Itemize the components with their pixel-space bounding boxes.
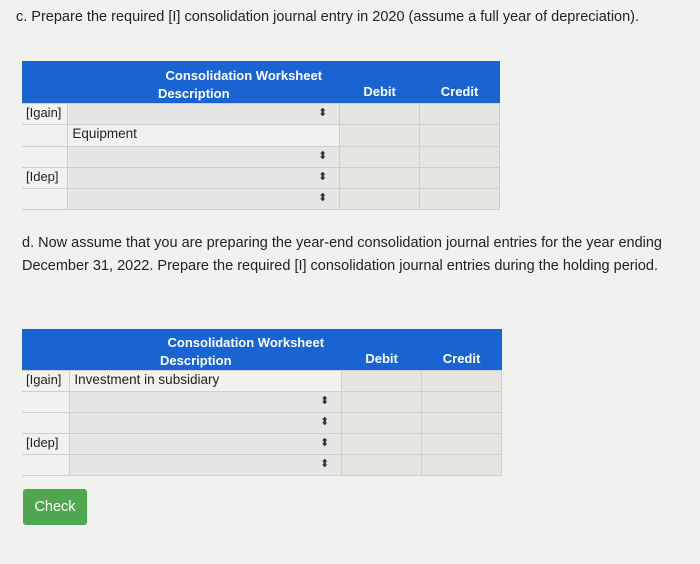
credit-input[interactable] [419,102,500,125]
account-cell: Investment in subsidiary [69,369,343,392]
row-label [22,390,71,413]
credit-input[interactable] [421,453,502,476]
table-row: ⬍ [22,411,502,434]
row-label [22,123,69,147]
dropdown-arrows-icon: ⬍ [319,415,330,428]
account-select[interactable]: ⬍ [69,453,343,476]
debit-input[interactable] [339,145,421,168]
question-d: d. Now assume that you are preparing the… [22,235,662,274]
table-row: [Idep] ⬍ [22,166,500,189]
dropdown-arrows-icon: ⬍ [317,191,328,204]
credit-input[interactable] [419,187,500,210]
dropdown-arrows-icon: ⬍ [319,457,330,470]
description-label: Description [158,85,230,101]
account-select[interactable]: ⬍ [69,390,343,413]
credit-input[interactable] [419,123,500,147]
table-row: ⬍ [22,145,500,168]
table-row: ⬍ [22,187,500,210]
row-label [22,411,71,434]
credit-input[interactable] [419,145,500,168]
table-row: ⬍ [22,453,502,476]
row-label: [Igain] [22,369,71,392]
row-label: [Igain] [22,102,69,125]
credit-input[interactable] [421,411,502,434]
row-label [22,145,69,168]
account-select[interactable]: ⬍ [69,432,343,455]
question-c: c. Prepare the required [I] consolidatio… [16,9,640,25]
table-row: ⬍ [22,390,502,413]
debit-header: Debit [341,329,422,370]
account-select[interactable]: ⬍ [67,187,341,210]
account-select[interactable]: ⬍ [67,166,341,189]
consolidation-worksheet-c: Consolidation Worksheet Description Debi… [22,61,500,210]
debit-input[interactable] [341,369,423,392]
dropdown-arrows-icon: ⬍ [317,106,328,119]
debit-input[interactable] [341,390,423,413]
debit-input[interactable] [339,187,421,210]
row-label: [Idep] [22,432,71,455]
account-select[interactable]: ⬍ [67,102,341,125]
credit-input[interactable] [419,166,500,189]
label-header [22,329,70,370]
debit-header: Debit [339,61,420,103]
credit-header: Credit [419,61,500,103]
debit-input[interactable] [339,123,421,147]
dropdown-arrows-icon: ⬍ [317,149,328,162]
table-row: [Igain] Investment in subsidiary [22,369,502,392]
row-label [22,453,71,476]
debit-input[interactable] [339,102,421,125]
dropdown-arrows-icon: ⬍ [317,170,328,183]
worksheet-title: Consolidation Worksheet [165,67,323,83]
worksheet-title: Consolidation Worksheet [167,334,325,350]
label-header [22,61,68,103]
consolidation-worksheet-d: Consolidation Worksheet Description Debi… [22,329,502,476]
credit-header: Credit [421,329,502,370]
debit-input[interactable] [341,411,423,434]
account-select[interactable]: ⬍ [67,145,341,168]
debit-input[interactable] [341,453,423,476]
row-label: [Idep] [22,166,69,189]
debit-input[interactable] [339,166,421,189]
table-row: [Igain] ⬍ [22,102,500,125]
account-cell: Equipment [67,123,341,147]
table-row: [Idep] ⬍ [22,432,502,455]
check-button[interactable]: Check [23,489,87,525]
credit-input[interactable] [421,369,502,392]
credit-input[interactable] [421,390,502,413]
table-row: Equipment [22,123,500,147]
dropdown-arrows-icon: ⬍ [319,394,330,407]
row-label [22,187,69,210]
credit-input[interactable] [421,432,502,455]
description-header: Consolidation Worksheet Description [69,329,342,370]
debit-input[interactable] [341,432,423,455]
account-select[interactable]: ⬍ [69,411,343,434]
dropdown-arrows-icon: ⬍ [319,436,330,449]
description-label: Description [160,352,232,368]
description-header: Consolidation Worksheet Description [67,61,340,103]
